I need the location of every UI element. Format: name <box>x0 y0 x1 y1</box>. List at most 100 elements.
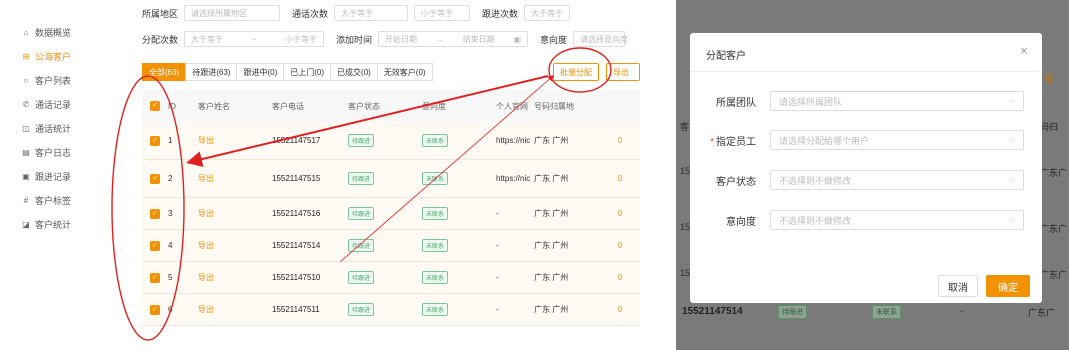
confirm-button[interactable]: 确定 <box>986 275 1030 297</box>
tab-visited[interactable]: 已上门(0) <box>283 63 332 81</box>
batch-assign-button[interactable]: 批量分配 <box>553 63 599 81</box>
field-employee: * 指定员工 请选择分配给哪个用户 ⌵ <box>690 130 1042 150</box>
field-intent: 意向度 不选择则不做修改 ⌵ <box>690 210 1042 230</box>
row-checkbox[interactable]: ✓ <box>150 135 160 146</box>
call-count-min[interactable]: 大于等于 <box>334 5 409 21</box>
chevron-down-icon: ⌵ <box>1008 96 1015 105</box>
sidebar-item-customer-stats[interactable]: ◪ 客户统计 <box>0 212 128 236</box>
tab-all[interactable]: 全部(63) <box>142 63 187 81</box>
export-button[interactable]: 导出 <box>606 63 640 81</box>
employee-select[interactable]: 请选择分配给哪个用户 ⌵ <box>770 130 1024 150</box>
cell-extra: 0 <box>618 136 623 145</box>
close-icon[interactable]: × <box>1020 44 1028 58</box>
cell-phone: 15521147510 <box>272 273 321 282</box>
cell-id: 2 <box>168 174 173 183</box>
sidebar-item-customer-tags[interactable]: # 客户标签 <box>0 188 128 212</box>
table-body: ✓1导出15521147517待跟进未联系https://nicen.cn广东 … <box>142 122 640 326</box>
row-checkbox[interactable]: ✓ <box>150 173 160 184</box>
table-row[interactable]: ✓ 6 导出 15521147511 待跟进 未联系 - 广东 广州 0 <box>142 294 640 326</box>
customer-status-select[interactable]: 不选择则不做修改 ⌵ <box>770 170 1024 190</box>
tab-pending[interactable]: 待跟进(63) <box>185 63 238 81</box>
follow-count-min[interactable]: 大于等于 <box>524 5 571 21</box>
row-checkbox[interactable]: ✓ <box>150 304 160 315</box>
intent-badge: 未联系 <box>422 134 449 147</box>
cell-name[interactable]: 导出 <box>194 240 268 251</box>
cell-phone: 15521147515 <box>272 174 321 183</box>
tab-invalid[interactable]: 无效客户(0) <box>376 63 433 81</box>
sea-icon: ⊞ <box>22 51 30 61</box>
assign-count-range[interactable]: 大于等于 ~ 小于等于 <box>184 31 325 47</box>
tab-closed[interactable]: 已成交(0) <box>330 63 378 81</box>
stats-icon: ◫ <box>22 123 30 133</box>
status-badge: 待跟进 <box>348 134 375 147</box>
phone-icon: ✆ <box>22 99 30 109</box>
bg-intent-tag: 未联系 <box>872 305 901 319</box>
chevron-down-icon: ⌵ <box>1008 135 1015 144</box>
calendar-icon: ▤ <box>22 147 30 157</box>
cancel-button[interactable]: 取消 <box>938 275 978 297</box>
table-row[interactable]: ✓ 4 导出 15521147514 待跟进 未联系 - 广东 广州 0 <box>142 230 640 262</box>
customer-table: ✓ ID 客户姓名 客户电话 客户状态 意向度 个人官网 号码归属地 ✓ 1 导出 1… <box>142 90 640 326</box>
intent-badge: 未联系 <box>422 172 449 185</box>
cell-location: 广东 广州 <box>534 136 569 145</box>
sidebar-item-call-stats[interactable]: ◫ 通话统计 <box>0 116 128 140</box>
intent-level-select[interactable]: 不选择则不做修改 ⌵ <box>770 210 1024 230</box>
cell-location: 广东 广州 <box>534 174 569 183</box>
cell-extra: 0 <box>618 209 623 218</box>
status-tabs: 全部(63) 待跟进(63) 跟进中(0) 已上门(0) 已成交(0) 无效客户… <box>142 62 433 82</box>
table-row[interactable]: ✓ 2 导出 15521147515 待跟进 未联系 https://nicen.cn 广东 … <box>142 160 640 198</box>
cell-phone: 15521147514 <box>272 241 321 250</box>
region-select[interactable]: 请选择所属地区 <box>184 5 281 21</box>
bg-phone: 15521147514 <box>682 306 743 317</box>
row-checkbox[interactable]: ✓ <box>150 272 160 283</box>
team-select[interactable]: 请选择所属团队 ⌵ <box>770 91 1024 111</box>
right-screenshot: 客 15 15 15 批 码归 广东广 广东广 广东广 15521147514 … <box>676 0 1069 350</box>
status-badge: 待跟进 <box>348 239 375 252</box>
table-row[interactable]: ✓ 5 导出 15521147510 待跟进 未联系 - 广东 广州 0 <box>142 262 640 294</box>
sidebar-item-customer-list[interactable]: ○ 客户列表 <box>0 68 128 92</box>
cell-name[interactable]: 导出 <box>194 173 268 184</box>
chevron-down-icon: ⌵ <box>1008 175 1015 184</box>
cell-extra: 0 <box>618 174 623 183</box>
select-all-checkbox[interactable]: ✓ <box>150 101 160 111</box>
cell-location: 广东 广州 <box>534 241 569 250</box>
sidebar-item-public-customers[interactable]: ⊞ 公海客户 <box>0 44 128 68</box>
add-time-range[interactable]: 开始日期 → 结束日期 ▣ <box>378 31 529 47</box>
tab-following[interactable]: 跟进中(0) <box>236 63 285 81</box>
sidebar-item-overview[interactable]: ⌂ 数据概览 <box>0 20 128 44</box>
cell-id: 4 <box>168 241 173 250</box>
cell-name[interactable]: 导出 <box>194 304 268 315</box>
call-count-max[interactable]: 小于等于 <box>414 5 471 21</box>
status-badge: 待跟进 <box>348 271 375 284</box>
sidebar-item-call-records[interactable]: ✆ 通话记录 <box>0 92 128 116</box>
filter-row-assign: 分配次数 大于等于 ~ 小于等于 添加时间 开始日期 → 结束日期 ▣ 意向度 … <box>142 30 628 48</box>
chevron-down-icon: ⌵ <box>1008 215 1015 224</box>
cell-location: 广东 广州 <box>534 273 569 282</box>
cell-name[interactable]: 导出 <box>194 208 268 219</box>
sidebar-item-customer-log[interactable]: ▤ 客户日志 <box>0 140 128 164</box>
filter-row-top: 所属地区 请选择所属地区 通话次数 大于等于 小于等于 跟进次数 大于等于 <box>142 4 571 22</box>
intent-badge: 未联系 <box>422 303 449 316</box>
cell-id: 3 <box>168 209 173 218</box>
cell-name[interactable]: 导出 <box>194 272 268 283</box>
hash-icon: # <box>23 195 29 205</box>
cell-id: 5 <box>168 273 173 282</box>
sidebar-item-follow-records[interactable]: ▣ 跟进记录 <box>0 164 128 188</box>
cell-location: 广东 广州 <box>534 209 569 218</box>
cell-extra: 0 <box>618 241 623 250</box>
intent-badge: 未联系 <box>422 239 449 252</box>
cell-name[interactable]: 导出 <box>194 135 268 146</box>
cell-phone: 15521147516 <box>272 209 321 218</box>
table-row[interactable]: ✓ 3 导出 15521147516 待跟进 未联系 - 广东 广州 0 <box>142 198 640 230</box>
table-row[interactable]: ✓ 1 导出 15521147517 待跟进 未联系 https://nicen.cn 广东 … <box>142 122 640 160</box>
cell-extra: 0 <box>618 273 623 282</box>
row-checkbox[interactable]: ✓ <box>150 240 160 251</box>
table-header: ✓ ID 客户姓名 客户电话 客户状态 意向度 个人官网 号码归属地 <box>142 90 640 122</box>
status-badge: 待跟进 <box>348 303 375 316</box>
status-badge: 待跟进 <box>348 207 375 220</box>
left-screenshot: ⌂ 数据概览 ⊞ 公海客户 ○ 客户列表 ✆ 通话记录 ◫ 通话统计 ▤ 客户日志 ▣ 跟进记… <box>0 0 640 350</box>
main-content: 所属地区 请选择所属地区 通话次数 大于等于 小于等于 跟进次数 大于等于 分配… <box>128 0 640 350</box>
calendar-icon: ▣ <box>513 34 522 44</box>
row-checkbox[interactable]: ✓ <box>150 208 160 219</box>
intent-select[interactable]: 请选择意向度 <box>573 31 628 47</box>
